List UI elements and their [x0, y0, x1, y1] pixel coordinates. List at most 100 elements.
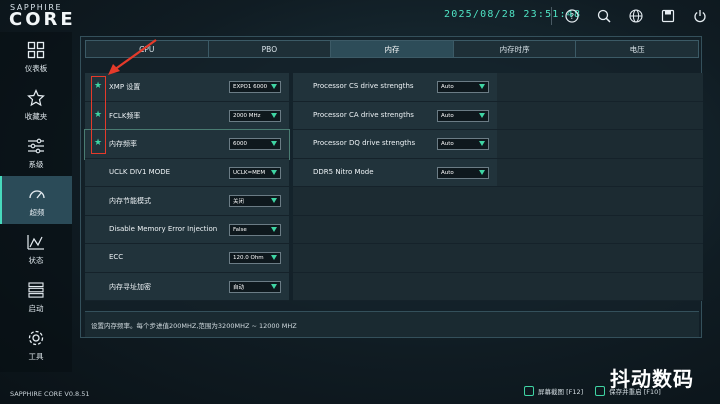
- power-saving-select[interactable]: 关闭: [229, 195, 281, 207]
- top-bar: SAPPHIRE CORE 2025/08/28 23:51:48 ?: [0, 0, 720, 32]
- stack-icon: [25, 279, 47, 301]
- empty-row: [497, 187, 703, 216]
- select-value: 120.0 Ohm: [233, 255, 264, 261]
- setting-label: ECC: [109, 253, 124, 261]
- sidebar-item-label: 工具: [28, 351, 44, 361]
- sidebar-item-dashboard[interactable]: 仪表板: [0, 32, 72, 80]
- empty-row: [497, 244, 703, 273]
- setting-label: UCLK DIV1 MODE: [109, 167, 171, 176]
- xmp-select[interactable]: EXPO1 6000: [229, 81, 281, 93]
- select-value: 关闭: [233, 199, 245, 205]
- star-icon: [25, 87, 47, 109]
- empty-row: [497, 73, 703, 102]
- settings-column-3: [497, 73, 703, 301]
- select-value: 2000 MHz: [233, 112, 261, 119]
- description-text: 设置内存频率。每个步进值200MHZ,范围为3200MHZ ~ 12000 MH…: [91, 322, 297, 330]
- setting-label: Processor CS drive strengths: [313, 82, 414, 90]
- select-value: Auto: [441, 141, 454, 147]
- version-label: SAPPHIRE CORE V0.8.51: [10, 390, 90, 398]
- sidebar-item-label: 超频: [29, 207, 45, 217]
- ecc-select[interactable]: 120.0 Ohm: [229, 252, 281, 264]
- dq-drive-select[interactable]: Auto: [437, 138, 489, 150]
- setting-row-fclk[interactable]: ★ FCLK频率 2000 MHz: [85, 101, 289, 130]
- select-value: 6000: [233, 141, 247, 147]
- setting-label: Processor CA drive strengths: [313, 110, 414, 119]
- select-value: EXPO1 6000: [233, 84, 268, 90]
- screenshot-button[interactable]: 屏幕截图 [F12]: [524, 386, 583, 396]
- sidebar-item-favorites[interactable]: 收藏夹: [0, 80, 72, 128]
- sidebar-item-status[interactable]: 状态: [0, 224, 72, 272]
- setting-label: Processor DQ drive strengths: [313, 139, 416, 147]
- tab-memory-timing[interactable]: 内存时序: [452, 40, 576, 58]
- brand-logo: CORE: [9, 9, 76, 30]
- sidebar-item-overclock[interactable]: 超频: [0, 176, 72, 224]
- sidebar-item-label: 收藏夹: [24, 111, 48, 121]
- chevron-down-icon: [271, 112, 277, 118]
- uclk-select[interactable]: UCLK=MEM: [229, 166, 281, 179]
- empty-row: [497, 215, 703, 244]
- tab-pbo[interactable]: PBO: [207, 40, 331, 58]
- setting-row-power-saving[interactable]: 内存节能模式 关闭: [85, 187, 289, 216]
- chevron-down-icon: [271, 255, 277, 260]
- chevron-down-icon: [479, 141, 485, 146]
- power-icon[interactable]: [688, 4, 712, 28]
- setting-label: XMP 设置: [109, 83, 141, 91]
- setting-row-address-encryption[interactable]: 内存寻址加密 自动: [85, 272, 289, 301]
- sidebar-item-label: 系级: [28, 159, 44, 169]
- search-icon[interactable]: [592, 4, 616, 28]
- screenshot-label: 屏幕截图 [F12]: [538, 388, 584, 396]
- fclk-select[interactable]: 2000 MHz: [229, 109, 281, 122]
- sidebar-item-tools[interactable]: 工具: [0, 320, 72, 368]
- help-icon[interactable]: ?: [560, 4, 584, 28]
- setting-row-dq-drive[interactable]: Processor DQ drive strengths Auto: [293, 130, 497, 159]
- setting-row-ca-drive[interactable]: Processor CA drive strengths Auto: [293, 101, 497, 130]
- globe-icon[interactable]: [624, 4, 648, 28]
- tab-voltage[interactable]: 电压: [575, 40, 699, 58]
- settings-column-1: ★ XMP 设置 EXPO1 6000 ★ FCLK频率 2000 MHz ★ …: [84, 73, 290, 301]
- save-icon[interactable]: [656, 4, 680, 28]
- cs-drive-select[interactable]: Auto: [437, 81, 489, 93]
- divider: [551, 7, 552, 25]
- description-box: 设置内存频率。每个步进值200MHZ,范围为3200MHZ ~ 12000 MH…: [85, 311, 699, 337]
- chevron-down-icon: [271, 141, 277, 146]
- empty-row: [293, 215, 497, 244]
- setting-row-error-injection[interactable]: Disable Memory Error Injection False: [85, 215, 289, 244]
- memory-frequency-select[interactable]: 6000: [229, 138, 281, 150]
- empty-row: [293, 187, 497, 216]
- address-encryption-select[interactable]: 自动: [229, 280, 281, 293]
- top-toolbar: ?: [551, 4, 712, 28]
- select-value: False: [233, 226, 247, 233]
- screenshot-icon: [524, 386, 534, 396]
- empty-row: [293, 272, 497, 301]
- sidebar-item-system[interactable]: 系级: [0, 128, 72, 176]
- gauge-icon: [26, 183, 48, 205]
- setting-row-memory-frequency[interactable]: ★ 内存频率 6000: [84, 129, 290, 160]
- chevron-down-icon: [479, 112, 485, 118]
- tab-bar: CPU PBO 内存 内存时序 电压: [85, 40, 699, 58]
- dashboard-icon: [25, 39, 47, 61]
- setting-label: 内存频率: [109, 140, 137, 148]
- empty-row: [497, 158, 703, 187]
- setting-row-ecc[interactable]: ECC 120.0 Ohm: [85, 244, 289, 273]
- select-value: Auto: [441, 112, 454, 119]
- setting-row-nitro-mode[interactable]: DDR5 Nitro Mode Auto: [293, 158, 497, 187]
- setting-label: DDR5 Nitro Mode: [313, 167, 374, 176]
- tab-memory[interactable]: 内存: [330, 40, 453, 58]
- error-injection-select[interactable]: False: [229, 223, 281, 236]
- chevron-down-icon: [479, 169, 485, 175]
- sidebar-item-label: 仪表板: [24, 63, 48, 73]
- save-restart-icon: [595, 386, 606, 396]
- setting-row-cs-drive[interactable]: Processor CS drive strengths Auto: [293, 73, 497, 102]
- settings-panel: CPU PBO 内存 内存时序 电压 ★ XMP 设置 EXPO1 6000 ★…: [80, 36, 703, 338]
- ca-drive-select[interactable]: Auto: [437, 109, 489, 122]
- setting-row-uclk[interactable]: UCLK DIV1 MODE UCLK=MEM: [85, 158, 289, 187]
- chevron-down-icon: [271, 198, 277, 203]
- sidebar-item-boot[interactable]: 启动: [0, 272, 72, 320]
- setting-label: FCLK频率: [109, 111, 141, 120]
- sliders-icon: [25, 135, 47, 157]
- chevron-down-icon: [479, 84, 485, 89]
- setting-label: 内存寻址加密: [109, 282, 151, 291]
- empty-row: [293, 244, 497, 273]
- nitro-mode-select[interactable]: Auto: [437, 166, 489, 179]
- select-value: 自动: [233, 284, 245, 291]
